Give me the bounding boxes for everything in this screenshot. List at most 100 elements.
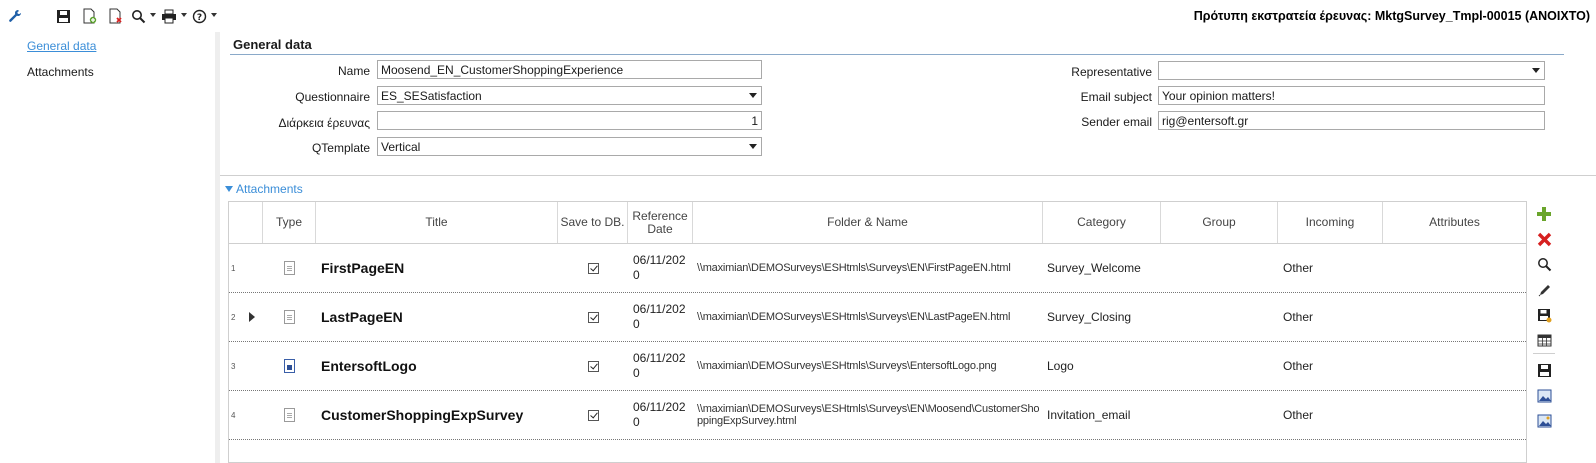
- chevron-down-icon[interactable]: [1527, 62, 1544, 79]
- current-row-arrow-icon: [245, 293, 259, 341]
- nav-item-attachments[interactable]: Attachments: [27, 65, 94, 79]
- row-folder-name: \\maximian\DEMOSurveys\ESHtmls\Surveys\E…: [697, 311, 1011, 323]
- window-title: Πρότυπη εκστρατεία έρευνας: MktgSurvey_T…: [1193, 9, 1590, 23]
- section-title-general-data: General data: [233, 37, 312, 52]
- row-number: 2: [231, 312, 236, 322]
- column-header-type[interactable]: Type: [263, 202, 316, 243]
- row-group: [1165, 293, 1275, 341]
- collapse-triangle-icon: [225, 186, 233, 192]
- questionnaire-select[interactable]: ES_SESatisfaction: [377, 86, 762, 105]
- grid-header: Type Title Save to DB. Reference Date Fo…: [229, 202, 1526, 244]
- document-icon: [263, 244, 316, 292]
- row-title: FirstPageEN: [321, 260, 405, 276]
- row-attributes: [1387, 244, 1525, 292]
- row-title: CustomerShoppingExpSurvey: [321, 407, 524, 423]
- main-toolbar: ? Πρότυπη εκστρατεία έρευνας: MktgSurvey…: [0, 0, 1596, 32]
- wrench-icon[interactable]: [6, 7, 24, 25]
- row-number: 3: [231, 361, 236, 371]
- save-to-db-checkbox[interactable]: [558, 342, 628, 390]
- row-reference-date: 06/11/2020: [633, 351, 686, 380]
- row-reference-date: 06/11/2020: [633, 400, 686, 429]
- row-indicator: [245, 244, 259, 292]
- save-to-db-checkbox[interactable]: [558, 244, 628, 292]
- section-divider: [230, 54, 1564, 55]
- sender-email-field[interactable]: rig@entersoft.gr: [1158, 111, 1545, 130]
- row-group: [1165, 244, 1275, 292]
- image-icon: [263, 342, 316, 390]
- zoom-icon[interactable]: [1535, 255, 1553, 273]
- row-title: EntersoftLogo: [321, 358, 417, 374]
- column-header-group[interactable]: Group: [1161, 202, 1278, 243]
- add-icon[interactable]: [1535, 205, 1553, 223]
- row-title: LastPageEN: [321, 309, 403, 325]
- column-header-attributes[interactable]: Attributes: [1383, 202, 1526, 243]
- row-reference-date: 06/11/2020: [633, 302, 686, 331]
- row-group: [1165, 342, 1275, 390]
- document-icon: [263, 391, 316, 439]
- table-icon[interactable]: [1535, 331, 1553, 349]
- row-category: Survey_Welcome: [1047, 261, 1141, 275]
- section-separator: [220, 175, 1596, 176]
- image-icon[interactable]: [1535, 387, 1553, 405]
- row-incoming: Other: [1283, 359, 1314, 373]
- column-header-title[interactable]: Title: [316, 202, 558, 243]
- row-category: Survey_Closing: [1047, 310, 1132, 324]
- attachments-toggle[interactable]: Attachments: [225, 182, 303, 196]
- row-incoming: Other: [1283, 310, 1314, 324]
- questionnaire-label: Questionnaire: [295, 90, 370, 104]
- column-header-folder-name[interactable]: Folder & Name: [693, 202, 1043, 243]
- print-icon[interactable]: [160, 7, 178, 25]
- row-folder-name: \\maximian\DEMOSurveys\ESHtmls\Surveys\E…: [697, 403, 1040, 427]
- nav-item-general-data[interactable]: General data: [27, 39, 96, 53]
- table-row[interactable]: 1 FirstPageEN 06/11/2020 \\maximian\DEMO…: [229, 244, 1526, 293]
- email-subject-field[interactable]: Your opinion matters!: [1158, 86, 1545, 105]
- column-header-incoming[interactable]: Incoming: [1278, 202, 1383, 243]
- representative-label: Representative: [1071, 65, 1152, 79]
- name-field[interactable]: Moosend_EN_CustomerShoppingExperience: [377, 60, 762, 79]
- save-to-db-checkbox[interactable]: [558, 293, 628, 341]
- representative-select[interactable]: [1158, 61, 1545, 80]
- row-number: 4: [231, 410, 236, 420]
- column-header-rownum: [229, 202, 263, 243]
- save-to-db-icon[interactable]: [1535, 306, 1553, 324]
- qtemplate-select[interactable]: Vertical: [377, 137, 762, 156]
- edit-icon[interactable]: [1535, 281, 1553, 299]
- delete-document-icon[interactable]: [106, 7, 124, 25]
- qtemplate-label: QTemplate: [311, 141, 370, 155]
- search-dropdown-caret[interactable]: [150, 13, 156, 17]
- table-row[interactable]: 3 EntersoftLogo 06/11/2020 \\maximian\DE…: [229, 342, 1526, 391]
- remove-icon[interactable]: [1535, 230, 1553, 248]
- survey-duration-label: Διάρκεια έρευνας: [278, 116, 370, 130]
- chevron-down-icon[interactable]: [744, 138, 761, 155]
- save-icon[interactable]: [54, 7, 72, 25]
- row-reference-date: 06/11/2020: [633, 253, 686, 282]
- survey-duration-field[interactable]: 1: [377, 111, 762, 130]
- column-header-save-to-db[interactable]: Save to DB.: [558, 202, 628, 243]
- search-icon[interactable]: [129, 7, 147, 25]
- row-incoming: Other: [1283, 261, 1314, 275]
- image-preview-icon[interactable]: [1535, 412, 1553, 430]
- row-attributes: [1387, 391, 1525, 439]
- help-icon[interactable]: ?: [190, 7, 208, 25]
- row-incoming: Other: [1283, 408, 1314, 422]
- table-row[interactable]: 2 LastPageEN 06/11/2020 \\maximian\DEMOS…: [229, 293, 1526, 342]
- row-category: Logo: [1047, 359, 1074, 373]
- column-header-reference-date[interactable]: Reference Date: [628, 202, 693, 243]
- questionnaire-value: ES_SESatisfaction: [381, 89, 482, 103]
- table-row[interactable]: 4 CustomerShoppingExpSurvey 06/11/2020 \…: [229, 391, 1526, 440]
- row-indicator: [245, 342, 259, 390]
- help-dropdown-caret[interactable]: [211, 13, 217, 17]
- row-attributes: [1387, 342, 1525, 390]
- left-navigation: General data Attachments: [0, 32, 215, 463]
- column-header-category[interactable]: Category: [1043, 202, 1161, 243]
- chevron-down-icon[interactable]: [744, 87, 761, 104]
- new-document-icon[interactable]: [80, 7, 98, 25]
- save-icon[interactable]: [1535, 361, 1553, 379]
- save-to-db-checkbox[interactable]: [558, 391, 628, 439]
- sender-email-label: Sender email: [1081, 115, 1152, 129]
- row-folder-name: \\maximian\DEMOSurveys\ESHtmls\Surveys\E…: [697, 262, 1011, 274]
- attachments-header-label: Attachments: [236, 182, 303, 196]
- row-indicator: [245, 391, 259, 439]
- row-attributes: [1387, 293, 1525, 341]
- print-dropdown-caret[interactable]: [181, 13, 187, 17]
